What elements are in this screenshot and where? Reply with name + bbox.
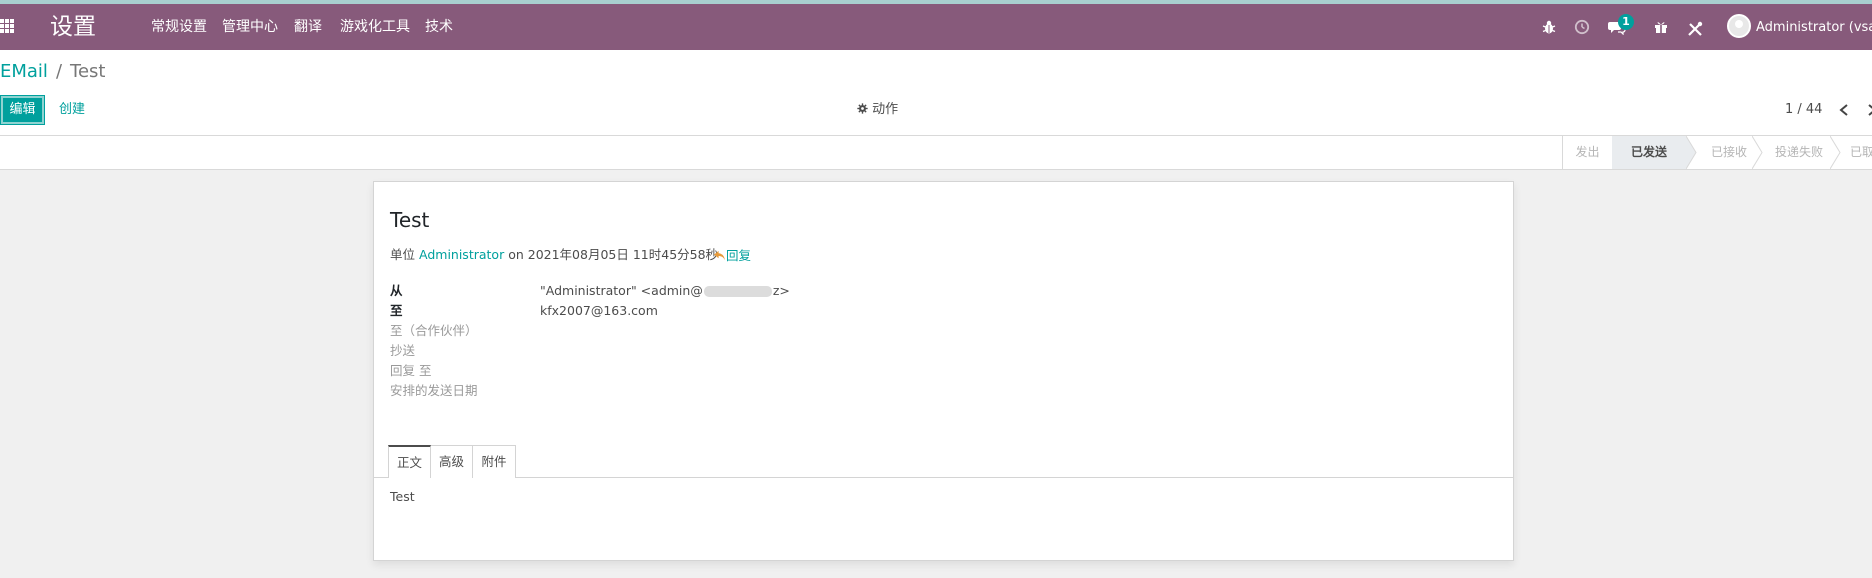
pager-next-icon[interactable] xyxy=(1864,100,1872,120)
to-partners-label: 至（合作伙伴） xyxy=(390,323,478,338)
control-panel: EMail / Test 编辑 创建 动作 1 / 44 xyxy=(0,50,1872,136)
email-date: on 2021年08月05日 11时45分58秒 xyxy=(508,247,719,262)
reply-to-label: 回复 至 xyxy=(390,363,432,378)
stage-sent[interactable]: 已发送 xyxy=(1612,136,1686,169)
create-button[interactable]: 创建 xyxy=(59,101,85,119)
menu-gamification[interactable]: 游戏化工具 xyxy=(340,18,410,36)
pager-value[interactable]: 1 / 44 xyxy=(1785,101,1822,119)
stage-separator xyxy=(1752,136,1763,169)
tabs-divider xyxy=(374,477,1513,478)
apps-menu-icon[interactable] xyxy=(0,18,18,36)
menu-technical[interactable]: 技术 xyxy=(425,18,453,36)
menu-admin-center[interactable]: 管理中心 xyxy=(222,18,278,36)
reply-button[interactable]: 回复 xyxy=(713,247,751,265)
message-count-badge: 1 xyxy=(1618,14,1634,30)
user-menu-name[interactable]: Administrator (vsahi xyxy=(1756,19,1872,37)
gift-icon[interactable] xyxy=(1653,19,1669,35)
tab-attachments[interactable]: 附件 xyxy=(472,445,516,478)
to-value: kfx2007@163.com xyxy=(540,303,658,318)
from-label: 从 xyxy=(390,283,403,298)
stage-separator xyxy=(1830,136,1841,169)
user-avatar[interactable] xyxy=(1727,14,1751,38)
breadcrumb-email-link[interactable]: EMail xyxy=(0,61,48,82)
stage-received[interactable]: 已接收 xyxy=(1700,136,1758,169)
menu-general-settings[interactable]: 常规设置 xyxy=(151,18,207,36)
from-value-end: z> xyxy=(772,283,790,298)
meta-prefix: 单位 xyxy=(390,247,416,262)
edit-button[interactable]: 编辑 xyxy=(0,95,45,125)
tab-advanced[interactable]: 高级 xyxy=(430,445,473,478)
main-navbar: 设置 常规设置 管理中心 翻译 游戏化工具 技术 1 Administrator… xyxy=(0,4,1872,50)
breadcrumb-current: Test xyxy=(70,61,106,82)
breadcrumb-separator: / xyxy=(55,61,63,82)
redacted-region xyxy=(703,286,772,297)
email-body: Test xyxy=(390,489,415,504)
clock-icon[interactable] xyxy=(1574,19,1590,35)
app-title[interactable]: 设置 xyxy=(50,12,96,42)
author-link[interactable]: Administrator xyxy=(419,247,504,262)
bug-icon[interactable] xyxy=(1541,19,1557,35)
from-value-start: "Administrator" <admin@ xyxy=(540,283,703,298)
breadcrumb: EMail / Test xyxy=(0,60,105,84)
stage-cancelled[interactable]: 已取 xyxy=(1850,136,1872,169)
action-menu-button[interactable]: 动作 xyxy=(857,101,898,119)
cc-label: 抄送 xyxy=(390,343,416,358)
email-subject: Test xyxy=(390,208,430,232)
pager-previous-icon[interactable] xyxy=(1836,100,1852,120)
action-menu-label: 动作 xyxy=(872,102,899,117)
tools-icon[interactable] xyxy=(1687,21,1703,37)
email-meta: 单位 Administrator on 2021年08月05日 11时45分58… xyxy=(390,246,718,264)
reply-arrow-icon xyxy=(714,250,725,261)
stage-outgoing[interactable]: 发出 xyxy=(1562,136,1612,169)
reply-label: 回复 xyxy=(726,248,752,263)
to-label: 至 xyxy=(390,303,403,318)
status-bar: 发出 已发送 已接收 投递失败 已取 xyxy=(0,136,1872,170)
scheduled-date-label: 安排的发送日期 xyxy=(390,383,478,398)
tab-body[interactable]: 正文 xyxy=(388,445,431,478)
stage-delivery-failed[interactable]: 投递失败 xyxy=(1766,136,1832,169)
from-value: "Administrator" <admin@ z> xyxy=(540,282,790,300)
email-form-sheet: Test 单位 Administrator on 2021年08月05日 11时… xyxy=(373,181,1514,561)
gear-icon xyxy=(857,103,868,114)
stage-separator xyxy=(1686,136,1697,169)
menu-translation[interactable]: 翻译 xyxy=(294,18,322,36)
